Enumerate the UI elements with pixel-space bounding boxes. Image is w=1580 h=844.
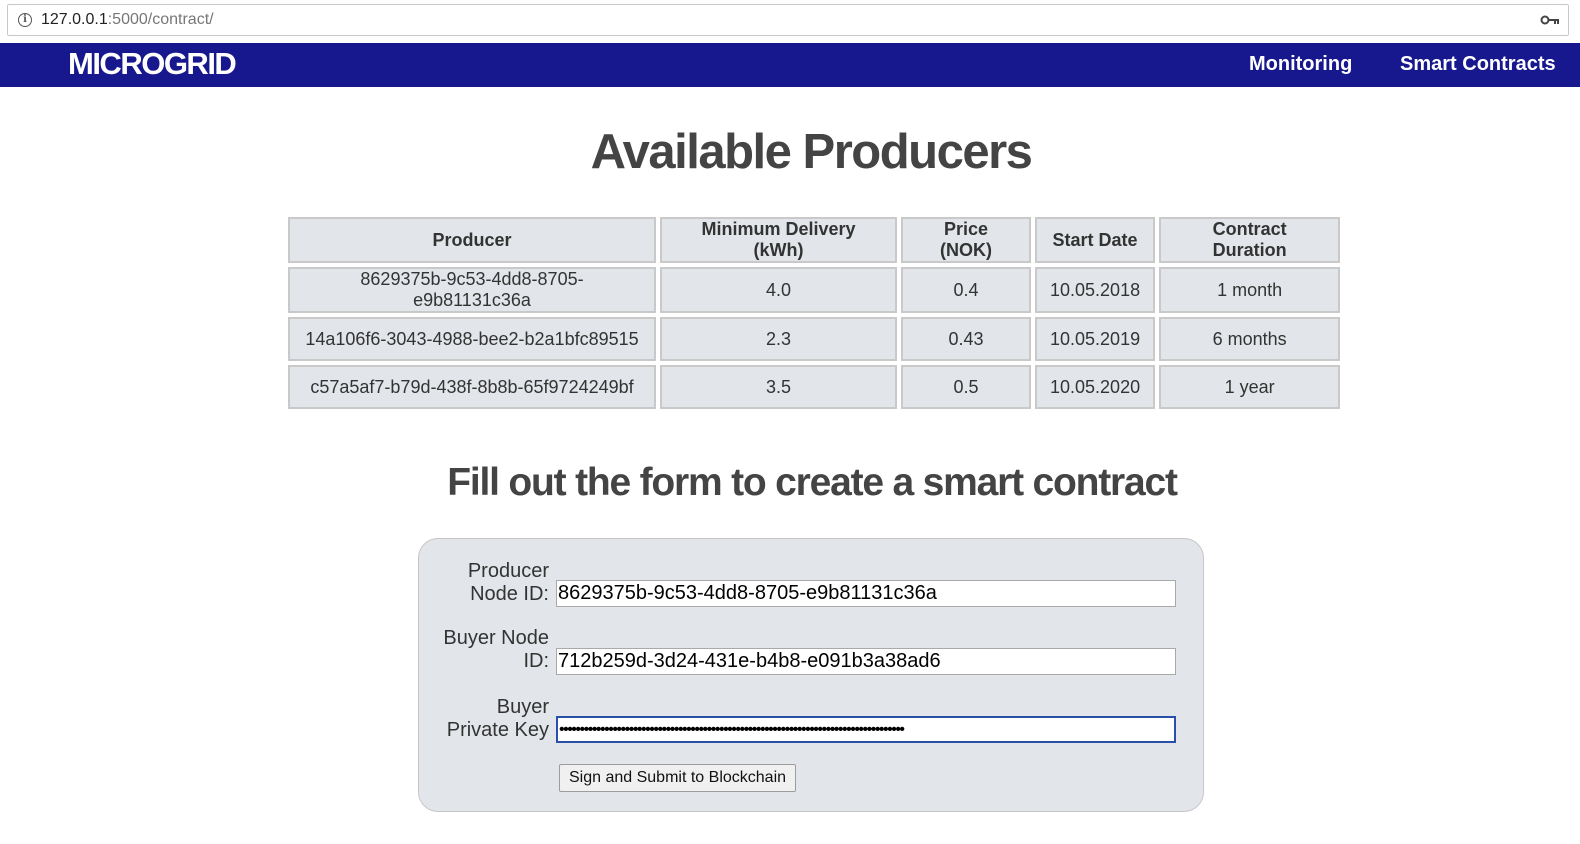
buyer-node-id-input[interactable] — [556, 648, 1176, 675]
buyer-label-line-1: Buyer Node — [443, 627, 549, 649]
nav-monitoring[interactable]: Monitoring — [1249, 53, 1352, 76]
sign-and-submit-button[interactable]: Sign and Submit to Blockchain — [559, 764, 797, 792]
cell-start-date: 10.05.2020 — [1035, 365, 1156, 409]
cell-producer: 8629375b-9c53-4dd8-8705-e9b81131c36a — [288, 267, 656, 313]
header-producer: Producer — [288, 217, 656, 263]
address-bar[interactable]: i 127.0.0.1:5000/contract/ — [7, 4, 1569, 36]
producer-node-id-label: Producer Node ID: — [419, 560, 549, 606]
url-path: :5000/contract/ — [107, 11, 214, 28]
cell-start-date: 10.05.2019 — [1035, 317, 1156, 361]
producer-label-line-1: Producer — [467, 560, 549, 582]
key-icon[interactable] — [1540, 12, 1560, 28]
cell-producer: c57a5af7-b79d-438f-8b8b-65f9724249bf — [288, 365, 656, 409]
table-header-row: Producer Minimum Delivery (kWh) Price (N… — [288, 217, 1341, 263]
contract-form: Producer Node ID: Buyer Node ID: Buyer P… — [418, 538, 1204, 812]
producers-table: Producer Minimum Delivery (kWh) Price (N… — [284, 213, 1344, 413]
cell-price: 0.5 — [901, 365, 1031, 409]
cell-producer: 14a106f6-3043-4988-bee2-b2a1bfc89515 — [288, 317, 656, 361]
buyer-label-line-2: ID: — [523, 650, 549, 672]
buyer-private-key-input[interactable] — [556, 716, 1176, 743]
key-label-line-1: Buyer — [496, 696, 549, 718]
producer-label-line-2: Node ID: — [470, 583, 549, 605]
cell-contract-duration: 1 month — [1159, 267, 1341, 313]
info-icon[interactable]: i — [18, 13, 32, 27]
url-host: 127.0.0.1 — [41, 11, 108, 28]
header-start-date: Start Date — [1035, 217, 1156, 263]
key-label-line-2: Private Key — [446, 719, 549, 741]
navbar: MICROGRID Monitoring Smart Contracts — [0, 43, 1580, 87]
header-min-delivery: Minimum Delivery (kWh) — [660, 217, 897, 263]
cell-min-delivery: 3.5 — [660, 365, 897, 409]
producer-node-id-input[interactable] — [556, 580, 1176, 607]
form-heading: Fill out the form to create a smart cont… — [447, 461, 1178, 504]
buyer-private-key-label: Buyer Private Key — [419, 696, 549, 742]
cell-price: 0.4 — [901, 267, 1031, 313]
nav-smart-contracts[interactable]: Smart Contracts — [1400, 53, 1556, 76]
brand-logo[interactable]: MICROGRID — [68, 46, 237, 82]
cell-start-date: 10.05.2018 — [1035, 267, 1156, 313]
cell-min-delivery: 4.0 — [660, 267, 897, 313]
header-price: Price (NOK) — [901, 217, 1031, 263]
table-row[interactable]: c57a5af7-b79d-438f-8b8b-65f9724249bf 3.5… — [288, 365, 1341, 409]
header-contract-duration: Contract Duration — [1159, 217, 1341, 263]
cell-min-delivery: 2.3 — [660, 317, 897, 361]
table-row[interactable]: 8629375b-9c53-4dd8-8705-e9b81131c36a 4.0… — [288, 267, 1341, 313]
buyer-node-id-label: Buyer Node ID: — [419, 627, 549, 673]
cell-price: 0.43 — [901, 317, 1031, 361]
url-text[interactable]: 127.0.0.1:5000/contract/ — [41, 11, 214, 29]
table-row[interactable]: 14a106f6-3043-4988-bee2-b2a1bfc89515 2.3… — [288, 317, 1341, 361]
page-title: Available Producers — [590, 125, 1033, 179]
cell-contract-duration: 6 months — [1159, 317, 1341, 361]
cell-contract-duration: 1 year — [1159, 365, 1341, 409]
